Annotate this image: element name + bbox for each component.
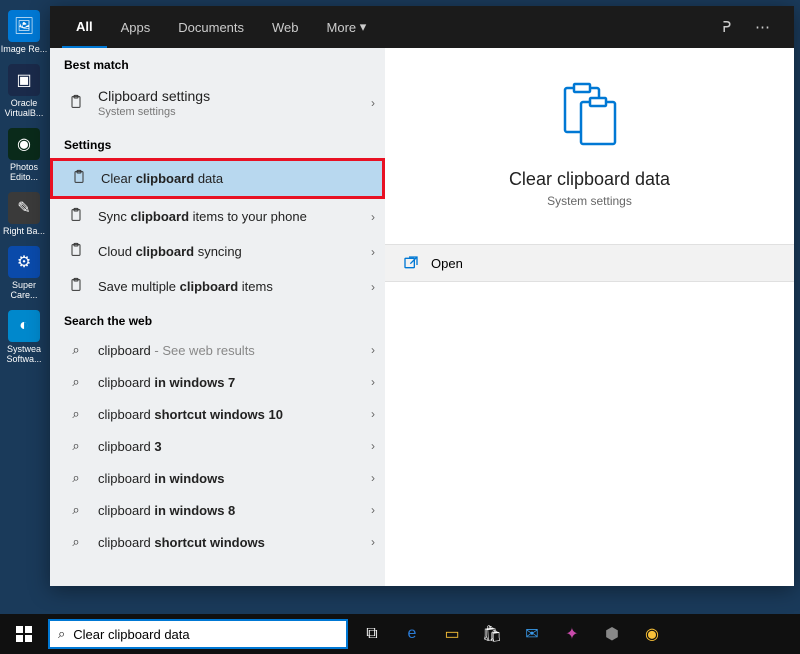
search-tabs: All Apps Documents Web More ▾ ᕈ ⋯ <box>50 6 794 48</box>
chevron-right-icon: › <box>371 375 375 389</box>
chevron-right-icon: › <box>371 471 375 485</box>
search-icon: ⌕ <box>66 342 86 358</box>
section-settings: Settings <box>50 128 385 158</box>
app-icon[interactable]: ✦ <box>556 618 588 650</box>
search-icon: ⌕ <box>66 502 86 518</box>
web-result[interactable]: ⌕ clipboard in windows 8 › <box>50 494 385 526</box>
tab-all[interactable]: All <box>62 6 107 48</box>
web-result[interactable]: ⌕ clipboard shortcut windows 10 › <box>50 398 385 430</box>
chevron-right-icon: › <box>371 407 375 421</box>
result-cloud-clipboard[interactable]: Cloud clipboard syncing › <box>50 234 385 269</box>
web-result[interactable]: ⌕ clipboard in windows 7 › <box>50 366 385 398</box>
chevron-right-icon: › <box>371 439 375 453</box>
search-popup: All Apps Documents Web More ▾ ᕈ ⋯ Best m… <box>50 6 794 586</box>
chevron-right-icon: › <box>371 503 375 517</box>
feedback-icon[interactable]: ᕈ <box>710 18 743 36</box>
search-box[interactable]: ⌕ <box>48 619 348 649</box>
web-result[interactable]: ⌕ clipboard 3 › <box>50 430 385 462</box>
chevron-right-icon: › <box>371 280 375 294</box>
chevron-right-icon: › <box>371 245 375 259</box>
taskbar: ⌕ ⧉ e ▭ 🛍 ✉ ✦ ⬢ ◉ <box>0 614 800 654</box>
more-icon[interactable]: ⋯ <box>743 18 782 36</box>
store-icon[interactable]: 🛍 <box>476 618 508 650</box>
start-button[interactable] <box>0 614 48 654</box>
mail-icon[interactable]: ✉ <box>516 618 548 650</box>
file-explorer-icon[interactable]: ▭ <box>436 618 468 650</box>
open-button[interactable]: Open <box>385 244 794 282</box>
open-icon <box>403 255 419 271</box>
clipboard-icon <box>66 94 86 113</box>
search-icon: ⌕ <box>66 534 86 550</box>
search-icon: ⌕ <box>66 470 86 486</box>
clipboard-large-icon <box>561 82 619 151</box>
result-save-multiple-clipboard[interactable]: Save multiple clipboard items › <box>50 269 385 304</box>
result-clear-clipboard-data[interactable]: Clear clipboard data <box>50 158 385 199</box>
search-input[interactable] <box>73 627 338 642</box>
clipboard-icon <box>69 169 89 188</box>
edge-icon[interactable]: e <box>396 618 428 650</box>
results-list: Best match Clipboard settings System set… <box>50 48 385 586</box>
tab-web[interactable]: Web <box>258 6 313 48</box>
chrome-icon[interactable]: ◉ <box>636 618 668 650</box>
search-icon: ⌕ <box>66 406 86 422</box>
detail-pane: Clear clipboard data System settings Ope… <box>385 48 794 586</box>
tab-documents[interactable]: Documents <box>164 6 258 48</box>
clipboard-icon <box>66 277 86 296</box>
web-result[interactable]: ⌕ clipboard in windows › <box>50 462 385 494</box>
tab-apps[interactable]: Apps <box>107 6 165 48</box>
search-icon: ⌕ <box>66 438 86 454</box>
desktop-icon[interactable]: ✎Right Ba... <box>0 192 48 236</box>
task-view-icon[interactable]: ⧉ <box>356 618 388 650</box>
chevron-right-icon: › <box>371 210 375 224</box>
desktop-icons-column: 🖼Image Re... ▣Oracle VirtualB... ◉Photos… <box>0 0 50 374</box>
app-icon[interactable]: ⬢ <box>596 618 628 650</box>
search-icon: ⌕ <box>58 626 65 642</box>
chevron-right-icon: › <box>371 535 375 549</box>
section-search-web: Search the web <box>50 304 385 334</box>
desktop-icon[interactable]: ⚙Super Care... <box>0 246 48 300</box>
clipboard-icon <box>66 242 86 261</box>
web-result[interactable]: ⌕ clipboard - See web results › <box>50 334 385 366</box>
clipboard-icon <box>66 207 86 226</box>
desktop-icon[interactable]: ▣Oracle VirtualB... <box>0 64 48 118</box>
chevron-right-icon: › <box>371 343 375 357</box>
chevron-right-icon: › <box>371 96 375 110</box>
desktop-icon[interactable]: ◐Systwea Softwa... <box>0 310 48 364</box>
section-best-match: Best match <box>50 48 385 78</box>
desktop-icon[interactable]: 🖼Image Re... <box>0 10 48 54</box>
detail-title: Clear clipboard data <box>509 169 670 190</box>
desktop-icon[interactable]: ◉Photos Edito... <box>0 128 48 182</box>
web-result[interactable]: ⌕ clipboard shortcut windows › <box>50 526 385 558</box>
search-icon: ⌕ <box>66 374 86 390</box>
detail-subtitle: System settings <box>547 194 632 208</box>
result-clipboard-settings[interactable]: Clipboard settings System settings › <box>50 78 385 128</box>
tab-more[interactable]: More ▾ <box>313 6 381 48</box>
result-sync-clipboard[interactable]: Sync clipboard items to your phone › <box>50 199 385 234</box>
